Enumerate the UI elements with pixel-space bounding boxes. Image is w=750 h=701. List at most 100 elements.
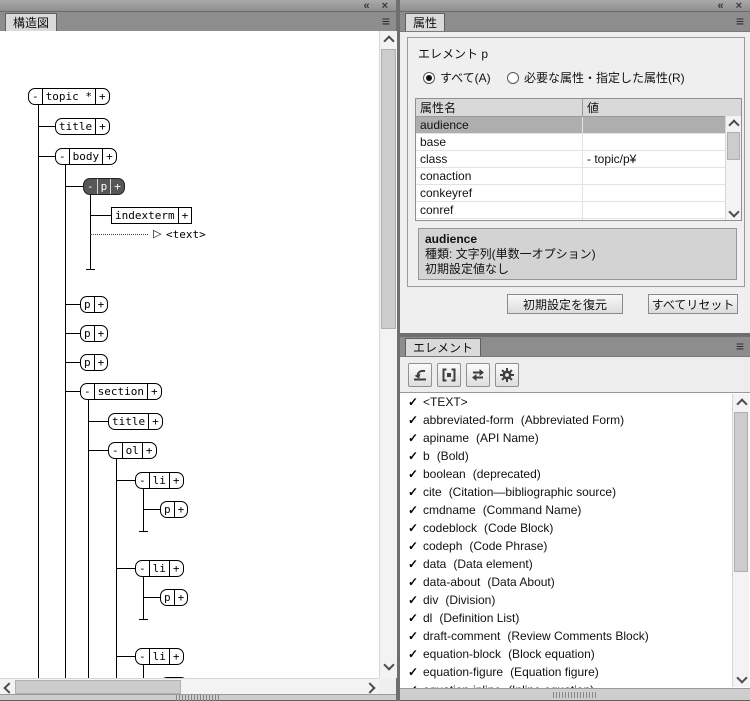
scrollbar-thumb[interactable] xyxy=(734,412,748,572)
panel-menu-icon[interactable]: ≡ xyxy=(382,14,390,28)
radio-all-attributes[interactable]: すべて(A) xyxy=(423,69,491,86)
attr-name-cell[interactable]: conaction xyxy=(416,168,583,184)
close-panel-icon[interactable]: × xyxy=(382,1,388,11)
scrollbar-thumb[interactable] xyxy=(15,680,181,694)
expand-toggle[interactable]: + xyxy=(174,502,188,517)
expand-toggle[interactable]: + xyxy=(178,208,192,223)
expand-toggle[interactable]: + xyxy=(147,384,161,399)
attribute-row[interactable]: conkeyref xyxy=(416,185,741,202)
collapse-toggle[interactable]: - xyxy=(81,384,94,399)
element-list-item[interactable]: ✓ abbreviated-form (Abbreviated Form) xyxy=(400,411,750,429)
close-panel-icon[interactable]: × xyxy=(736,1,742,11)
structure-vscrollbar[interactable] xyxy=(379,31,397,678)
element-list-item[interactable]: ✓ apiname (API Name) xyxy=(400,429,750,447)
collapse-toggle[interactable]: - xyxy=(56,149,69,164)
attribute-row[interactable]: base xyxy=(416,134,741,151)
radio-selected-icon[interactable] xyxy=(423,72,435,84)
structure-hscrollbar[interactable] xyxy=(0,678,379,695)
attribute-table-vscrollbar[interactable] xyxy=(725,116,741,220)
tree-node-section[interactable]: - section + xyxy=(80,383,162,400)
attribute-row[interactable]: conrefend xyxy=(416,219,741,221)
element-list-item[interactable]: ✓ data-about (Data About) xyxy=(400,573,750,591)
element-list-item[interactable]: ✓ boolean (deprecated) xyxy=(400,465,750,483)
panel-menu-icon[interactable]: ≡ xyxy=(736,339,744,353)
expand-toggle[interactable]: + xyxy=(94,297,108,312)
scroll-right-icon[interactable] xyxy=(364,682,375,693)
restore-defaults-button[interactable]: 初期設定を復元 xyxy=(507,294,623,314)
expand-toggle[interactable]: + xyxy=(142,443,156,458)
reset-all-button[interactable]: すべてリセット xyxy=(648,294,738,314)
attr-name-cell[interactable]: base xyxy=(416,134,583,150)
collapse-toggle[interactable]: - xyxy=(136,649,149,664)
expand-toggle[interactable]: + xyxy=(95,89,109,104)
attr-name-cell[interactable]: conrefend xyxy=(416,219,583,221)
element-list-item[interactable]: ✓ cite (Citation—bibliographic source) xyxy=(400,483,750,501)
tree-node-body[interactable]: - body + xyxy=(55,148,117,165)
scroll-down-icon[interactable] xyxy=(736,672,747,683)
expand-toggle[interactable]: + xyxy=(174,590,188,605)
element-list-item[interactable]: ✓ data (Data element) xyxy=(400,555,750,573)
tree-node-p[interactable]: p + xyxy=(80,296,108,313)
attr-name-cell[interactable]: class xyxy=(416,151,583,167)
element-list-item[interactable]: ✓ cmdname (Command Name) xyxy=(400,501,750,519)
scroll-down-icon[interactable] xyxy=(383,659,394,670)
expand-toggle[interactable]: + xyxy=(94,326,108,341)
collapse-toggle[interactable]: - xyxy=(29,89,42,104)
tab-elements[interactable]: エレメント xyxy=(405,338,481,356)
tree-node-p[interactable]: p + xyxy=(160,501,188,518)
expand-toggle[interactable]: + xyxy=(95,119,109,134)
tree-node-li[interactable]: - li + xyxy=(135,472,184,489)
scroll-up-icon[interactable] xyxy=(736,398,747,409)
tree-node-title[interactable]: title + xyxy=(55,118,110,135)
tree-node-p[interactable]: p + xyxy=(80,325,108,342)
panel-resize-strip[interactable] xyxy=(400,688,750,701)
tree-node-p[interactable]: p + xyxy=(160,589,188,606)
tree-node-li[interactable]: - li + xyxy=(135,560,184,577)
insert-element-button[interactable] xyxy=(408,363,432,387)
tab-attributes[interactable]: 属性 xyxy=(405,13,445,31)
panel-resize-strip[interactable] xyxy=(0,694,396,701)
collapse-toggle[interactable]: - xyxy=(84,179,97,194)
expand-toggle[interactable]: + xyxy=(94,355,108,370)
tree-node-indexterm[interactable]: indexterm + xyxy=(111,207,192,224)
attribute-row[interactable]: class - topic/p¥ xyxy=(416,151,741,168)
collapse-panel-icon[interactable]: « xyxy=(363,1,369,11)
attr-name-cell[interactable]: conref xyxy=(416,202,583,218)
attr-value-cell[interactable]: - topic/p¥ xyxy=(583,152,741,166)
attr-name-cell[interactable]: audience xyxy=(416,117,583,133)
elements-vscrollbar[interactable] xyxy=(732,394,749,687)
scroll-up-icon[interactable] xyxy=(728,119,739,130)
resize-grip-icon[interactable] xyxy=(176,695,220,701)
element-list-item[interactable]: ✓ codeblock (Code Block) xyxy=(400,519,750,537)
attribute-row[interactable]: conref xyxy=(416,202,741,219)
tree-node-ol[interactable]: - ol + xyxy=(108,442,157,459)
element-list-item[interactable]: ✓ draft-comment (Review Comments Block) xyxy=(400,627,750,645)
options-button[interactable] xyxy=(495,363,519,387)
expand-toggle[interactable]: + xyxy=(110,179,124,194)
scrollbar-thumb[interactable] xyxy=(381,49,396,329)
attribute-row[interactable]: audience xyxy=(416,117,741,134)
tab-structure-view[interactable]: 構造図 xyxy=(5,13,57,31)
element-list-item[interactable]: ✓ codeph (Code Phrase) xyxy=(400,537,750,555)
collapse-toggle[interactable]: - xyxy=(136,561,149,576)
expand-toggle[interactable]: + xyxy=(169,473,183,488)
expand-toggle[interactable]: + xyxy=(169,561,183,576)
radio-required-attributes[interactable]: 必要な属性・指定した属性(R) xyxy=(507,69,685,86)
resize-grip-icon[interactable] xyxy=(553,692,597,698)
expand-toggle[interactable]: + xyxy=(169,649,183,664)
element-list-item[interactable]: ✓ equation-figure (Equation figure) xyxy=(400,663,750,681)
tree-node-p-selected[interactable]: - p + xyxy=(83,178,125,195)
expand-toggle[interactable]: + xyxy=(148,414,162,429)
element-list-item[interactable]: ✓ equation-inline (Inline equation) xyxy=(400,681,750,688)
element-list-item[interactable]: ✓ <TEXT> xyxy=(400,393,750,411)
element-list-item[interactable]: ✓ equation-block (Block equation) xyxy=(400,645,750,663)
collapse-toggle[interactable]: - xyxy=(109,443,122,458)
scroll-up-icon[interactable] xyxy=(383,35,394,46)
change-element-button[interactable] xyxy=(466,363,490,387)
radio-unselected-icon[interactable] xyxy=(507,72,519,84)
scroll-left-icon[interactable] xyxy=(3,682,14,693)
tree-node-topic[interactable]: - topic * + xyxy=(28,88,110,105)
collapse-toggle[interactable]: - xyxy=(136,473,149,488)
attribute-row[interactable]: conaction xyxy=(416,168,741,185)
tree-node-p[interactable]: p + xyxy=(80,354,108,371)
